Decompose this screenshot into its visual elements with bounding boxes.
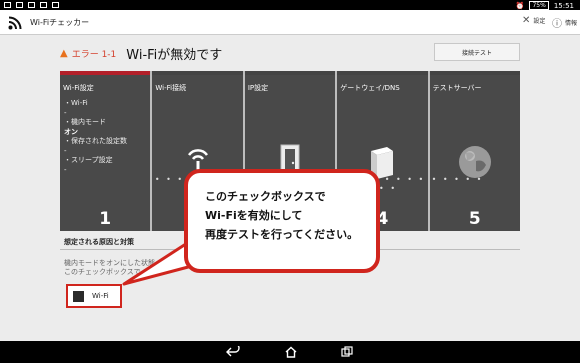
step-test-server[interactable]: テストサーバー • • • • • 5 [429,71,521,231]
recent-apps-icon[interactable] [340,346,354,358]
info-icon: ⓘ [552,19,562,30]
error-header: ▲ エラー 1-1 Wi-Fiが無効です [60,44,222,63]
detail-line: ・スリープ設定 [64,156,113,164]
callout-line: このチェックボックスで [205,190,326,203]
step-title: Wi-Fi設定 [63,84,94,92]
step-title: テストサーバー [432,84,482,92]
notification-icon [40,2,47,8]
notification-icon [28,2,35,8]
step-active-indicator [60,71,151,75]
info-button[interactable]: ⓘ 情報 [552,15,577,30]
alarm-icon: ⏰ [515,1,525,10]
step-indicator [152,71,243,75]
wifi-checkbox[interactable] [73,290,84,302]
step-indicator [429,71,521,75]
status-bar: ⏰ 75% 15:51 [0,0,580,10]
detail-line: ・Wi-Fi [64,99,88,107]
app-title: Wi-Fiチェッカー [30,18,90,27]
wifi-checkbox-row[interactable]: Wi-Fi [66,284,122,308]
detail-line: オン [64,127,78,136]
notification-icon [4,2,11,8]
warning-icon: ▲ [60,48,68,59]
battery-level: 75% [529,1,549,10]
settings-tools-icon: ✕ [522,15,531,26]
callout-line: Wi-Fiを有効にして [205,209,303,222]
clock: 15:51 [553,1,574,10]
notification-icon [52,2,59,8]
connection-test-button[interactable]: 接続テスト [434,43,520,61]
detail-line: - [64,165,67,174]
instruction-callout: このチェックボックスで Wi-Fiを有効にして 再度テストを行ってください。 [184,169,380,273]
step-indicator [337,71,428,75]
settings-label: 設定 [533,18,546,25]
step-details: ・Wi-Fi - ・機内モード オン ・保存された設定数 - ・スリープ設定 - [64,99,127,175]
step-number: 1 [99,209,112,229]
settings-button[interactable]: ✕ 設定 [522,15,545,26]
notification-icon [16,2,23,8]
detail-line: - [64,108,67,117]
callout-line: 再度テストを行ってください。 [205,228,359,241]
info-label: 情報 [565,20,578,27]
globe-icon [430,143,520,181]
app-bar: Wi-Fiチェッカー ✕ 設定 ⓘ 情報 [0,10,580,35]
back-icon[interactable] [226,346,240,358]
detail-line: ・機内モード [64,118,106,126]
notification-icons [4,2,59,8]
detail-line: ・保存された設定数 [64,137,127,145]
step-title: ゲートウェイ/DNS [340,84,400,92]
wifi-checkbox-label: Wi-Fi [92,292,109,300]
wifi-checker-app-icon [8,16,22,30]
step-title: Wi-Fi接続 [155,84,187,92]
step-number: 5 [468,209,481,229]
error-message: Wi-Fiが無効です [126,48,223,63]
step-title: IP設定 [247,84,269,92]
navigation-bar [0,341,580,363]
error-code: エラー 1-1 [71,50,117,60]
home-icon[interactable] [284,346,298,358]
step-wifi-settings[interactable]: Wi-Fi設定 ・Wi-Fi - ・機内モード オン ・保存された設定数 - ・… [60,71,151,231]
detail-line: - [64,146,67,155]
step-indicator [244,71,336,75]
